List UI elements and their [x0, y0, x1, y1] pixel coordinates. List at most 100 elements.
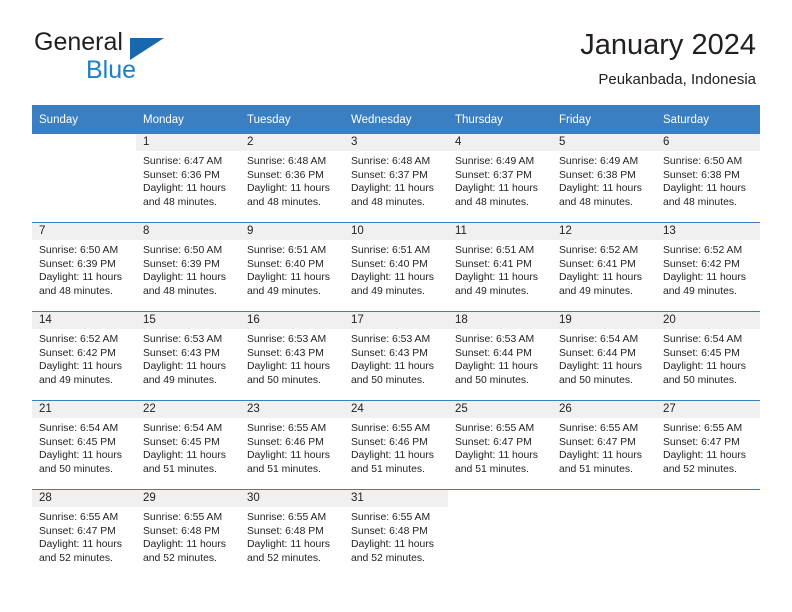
calendar-day-cell[interactable]: 16 Sunrise: 6:53 AM Sunset: 6:43 PM Dayligh…: [240, 312, 344, 400]
calendar-day-cell[interactable]: 26 Sunrise: 6:55 AM Sunset: 6:47 PM Dayligh…: [552, 401, 656, 489]
daylight-text-line2: and 48 minutes.: [559, 196, 633, 208]
calendar-day-cell[interactable]: 17 Sunrise: 6:53 AM Sunset: 6:43 PM Dayligh…: [344, 312, 448, 400]
day-number: 26: [552, 401, 656, 418]
sunset-text: Sunset: 6:42 PM: [39, 347, 116, 359]
sunrise-text: Sunrise: 6:51 AM: [351, 245, 431, 256]
day-number: 7: [32, 223, 136, 240]
logo-text-blue: Blue: [86, 56, 137, 84]
day-details: Sunrise: 6:51 AM Sunset: 6:41 PM Daylight:…: [448, 240, 552, 298]
calendar-day-cell[interactable]: 10 Sunrise: 6:51 AM Sunset: 6:40 PM Dayligh…: [344, 223, 448, 311]
sunrise-text: Sunrise: 6:55 AM: [143, 512, 223, 523]
calendar-day-cell[interactable]: 23 Sunrise: 6:55 AM Sunset: 6:46 PM Dayligh…: [240, 401, 344, 489]
daylight-text-line1: Daylight: 11 hours: [559, 183, 642, 195]
day-details: Sunrise: 6:53 AM Sunset: 6:44 PM Daylight:…: [448, 329, 552, 387]
calendar-day-cell[interactable]: 24 Sunrise: 6:55 AM Sunset: 6:46 PM Dayligh…: [344, 401, 448, 489]
day-details: Sunrise: 6:50 AM Sunset: 6:39 PM Daylight:…: [136, 240, 240, 298]
sunset-text: Sunset: 6:48 PM: [143, 525, 220, 537]
daylight-text-line2: and 49 minutes.: [559, 285, 633, 297]
calendar-day-cell[interactable]: 2 Sunrise: 6:48 AM Sunset: 6:36 PM Daylight…: [240, 134, 344, 222]
sunset-text: Sunset: 6:37 PM: [351, 169, 428, 181]
calendar-day-cell[interactable]: 8 Sunrise: 6:50 AM Sunset: 6:39 PM Daylight…: [136, 223, 240, 311]
calendar-day-cell[interactable]: 20 Sunrise: 6:54 AM Sunset: 6:45 PM Dayligh…: [656, 312, 760, 400]
day-number: 8: [136, 223, 240, 240]
day-details: Sunrise: 6:47 AM Sunset: 6:36 PM Daylight:…: [136, 151, 240, 209]
calendar-day-cell[interactable]: 14 Sunrise: 6:52 AM Sunset: 6:42 PM Dayligh…: [32, 312, 136, 400]
daylight-text-line2: and 52 minutes.: [351, 552, 425, 564]
day-number: 29: [136, 490, 240, 507]
day-number: 28: [32, 490, 136, 507]
daylight-text-line2: and 52 minutes.: [247, 552, 321, 564]
daylight-text-line1: Daylight: 11 hours: [39, 272, 122, 284]
calendar-day-cell[interactable]: 18 Sunrise: 6:53 AM Sunset: 6:44 PM Dayligh…: [448, 312, 552, 400]
calendar-day-cell[interactable]: 30 Sunrise: 6:55 AM Sunset: 6:48 PM Dayligh…: [240, 490, 344, 578]
calendar-week-row: 21 Sunrise: 6:54 AM Sunset: 6:45 PM Dayligh…: [32, 401, 760, 489]
calendar-day-cell[interactable]: 12 Sunrise: 6:52 AM Sunset: 6:41 PM Dayligh…: [552, 223, 656, 311]
day-number: 24: [344, 401, 448, 418]
daylight-text-line1: Daylight: 11 hours: [351, 272, 434, 284]
daylight-text-line1: Daylight: 11 hours: [143, 361, 226, 373]
calendar-day-cell[interactable]: 9 Sunrise: 6:51 AM Sunset: 6:40 PM Daylight…: [240, 223, 344, 311]
day-details: Sunrise: 6:54 AM Sunset: 6:44 PM Daylight:…: [552, 329, 656, 387]
sunset-text: Sunset: 6:47 PM: [39, 525, 116, 537]
daylight-text-line1: Daylight: 11 hours: [143, 183, 226, 195]
daylight-text-line2: and 52 minutes.: [663, 463, 737, 475]
calendar-body: 1 Sunrise: 6:47 AM Sunset: 6:36 PM Daylight…: [32, 134, 760, 578]
daylight-text-line1: Daylight: 11 hours: [39, 539, 122, 551]
calendar-day-cell[interactable]: 25 Sunrise: 6:55 AM Sunset: 6:47 PM Dayligh…: [448, 401, 552, 489]
day-number: 14: [32, 312, 136, 329]
calendar-cell-empty: [552, 490, 656, 578]
calendar-day-cell[interactable]: 29 Sunrise: 6:55 AM Sunset: 6:48 PM Dayligh…: [136, 490, 240, 578]
day-number: 19: [552, 312, 656, 329]
sunrise-text: Sunrise: 6:55 AM: [455, 423, 535, 434]
calendar-day-cell[interactable]: 21 Sunrise: 6:54 AM Sunset: 6:45 PM Dayligh…: [32, 401, 136, 489]
calendar-day-cell[interactable]: 31 Sunrise: 6:55 AM Sunset: 6:48 PM Dayligh…: [344, 490, 448, 578]
sunrise-text: Sunrise: 6:48 AM: [351, 156, 431, 167]
calendar-day-cell[interactable]: 4 Sunrise: 6:49 AM Sunset: 6:37 PM Daylight…: [448, 134, 552, 222]
calendar-day-cell[interactable]: 7 Sunrise: 6:50 AM Sunset: 6:39 PM Daylight…: [32, 223, 136, 311]
day-details: Sunrise: 6:50 AM Sunset: 6:38 PM Daylight:…: [656, 151, 760, 209]
daylight-text-line1: Daylight: 11 hours: [351, 450, 434, 462]
day-details: Sunrise: 6:55 AM Sunset: 6:48 PM Daylight:…: [136, 507, 240, 565]
calendar-day-cell[interactable]: 28 Sunrise: 6:55 AM Sunset: 6:47 PM Dayligh…: [32, 490, 136, 578]
sunrise-text: Sunrise: 6:51 AM: [455, 245, 535, 256]
daylight-text-line2: and 51 minutes.: [351, 463, 425, 475]
day-details: Sunrise: 6:53 AM Sunset: 6:43 PM Daylight:…: [240, 329, 344, 387]
calendar-day-cell[interactable]: 27 Sunrise: 6:55 AM Sunset: 6:47 PM Dayligh…: [656, 401, 760, 489]
daylight-text-line2: and 48 minutes.: [247, 196, 321, 208]
calendar-day-cell[interactable]: 6 Sunrise: 6:50 AM Sunset: 6:38 PM Daylight…: [656, 134, 760, 222]
day-details: Sunrise: 6:55 AM Sunset: 6:47 PM Daylight:…: [552, 418, 656, 476]
sunrise-text: Sunrise: 6:47 AM: [143, 156, 223, 167]
day-details: Sunrise: 6:52 AM Sunset: 6:42 PM Daylight:…: [656, 240, 760, 298]
sunrise-text: Sunrise: 6:54 AM: [663, 334, 743, 345]
daylight-text-line2: and 51 minutes.: [455, 463, 529, 475]
calendar-day-cell[interactable]: 11 Sunrise: 6:51 AM Sunset: 6:41 PM Dayligh…: [448, 223, 552, 311]
day-number: 21: [32, 401, 136, 418]
calendar-day-cell[interactable]: 15 Sunrise: 6:53 AM Sunset: 6:43 PM Dayligh…: [136, 312, 240, 400]
general-blue-logo[interactable]: General Blue: [34, 30, 264, 88]
daylight-text-line2: and 49 minutes.: [143, 374, 217, 386]
calendar-day-cell[interactable]: 1 Sunrise: 6:47 AM Sunset: 6:36 PM Daylight…: [136, 134, 240, 222]
sunset-text: Sunset: 6:40 PM: [351, 258, 428, 270]
day-details: Sunrise: 6:52 AM Sunset: 6:41 PM Daylight:…: [552, 240, 656, 298]
day-number: 6: [656, 134, 760, 151]
sunrise-text: Sunrise: 6:54 AM: [143, 423, 223, 434]
day-number: 16: [240, 312, 344, 329]
sunrise-text: Sunrise: 6:52 AM: [559, 245, 639, 256]
day-number: 31: [344, 490, 448, 507]
day-number: [552, 490, 656, 507]
calendar-day-cell[interactable]: 22 Sunrise: 6:54 AM Sunset: 6:45 PM Dayligh…: [136, 401, 240, 489]
daylight-text-line1: Daylight: 11 hours: [663, 183, 746, 195]
daylight-text-line2: and 49 minutes.: [39, 374, 113, 386]
day-number: 4: [448, 134, 552, 151]
sunrise-text: Sunrise: 6:50 AM: [39, 245, 119, 256]
sunset-text: Sunset: 6:41 PM: [455, 258, 532, 270]
calendar-day-cell[interactable]: 13 Sunrise: 6:52 AM Sunset: 6:42 PM Dayligh…: [656, 223, 760, 311]
calendar-day-cell[interactable]: 5 Sunrise: 6:49 AM Sunset: 6:38 PM Daylight…: [552, 134, 656, 222]
daylight-text-line1: Daylight: 11 hours: [455, 272, 538, 284]
day-number: 13: [656, 223, 760, 240]
calendar-day-cell[interactable]: 19 Sunrise: 6:54 AM Sunset: 6:44 PM Dayligh…: [552, 312, 656, 400]
daylight-text-line1: Daylight: 11 hours: [559, 450, 642, 462]
day-details: Sunrise: 6:54 AM Sunset: 6:45 PM Daylight:…: [32, 418, 136, 476]
weekday-header-friday: Friday: [552, 105, 656, 134]
calendar-day-cell[interactable]: 3 Sunrise: 6:48 AM Sunset: 6:37 PM Daylight…: [344, 134, 448, 222]
